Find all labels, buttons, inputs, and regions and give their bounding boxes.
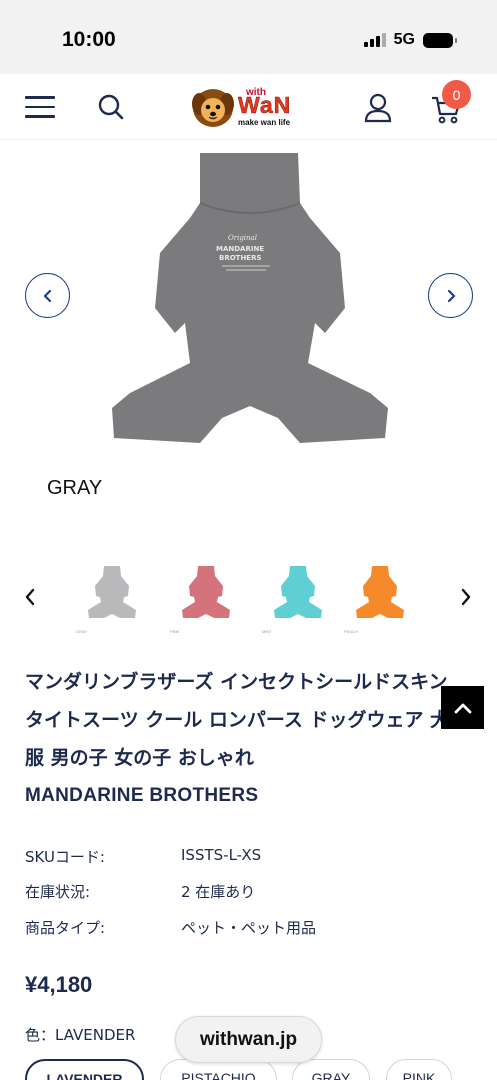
status-bar: 10:00 5G xyxy=(0,0,497,74)
status-time: 10:00 xyxy=(62,28,116,51)
dog-logo-icon xyxy=(192,89,234,127)
thumbnail-label: PEACH xyxy=(344,629,358,634)
thumbnail-label: PINK xyxy=(170,629,180,634)
thumbnail-garment xyxy=(182,566,230,618)
thumbnail-garment xyxy=(356,566,404,618)
battery-icon xyxy=(423,32,457,48)
product-brand[interactable]: MANDARINE BROTHERS xyxy=(25,785,258,807)
thumbnail-item[interactable]: MINT xyxy=(258,562,338,634)
account-icon[interactable] xyxy=(364,93,392,123)
chevron-right-icon xyxy=(447,289,455,302)
stock-value: 2 在庫あり xyxy=(181,883,256,901)
product-type-value[interactable]: ペット・ペット用品 xyxy=(181,917,316,938)
site-header: with WaN make wan life xyxy=(0,74,497,140)
thumbnail-garment xyxy=(88,566,136,618)
cart-count-badge[interactable]: 0 xyxy=(442,80,471,109)
thumbnail-next-button[interactable] xyxy=(456,584,476,610)
variant-option-lavender[interactable]: LAVENDER xyxy=(25,1059,144,1080)
sku-row: SKUコード: ISSTS-L-XS xyxy=(25,846,445,870)
network-label: 5G xyxy=(393,31,415,48)
product-image[interactable]: Original MANDARINE BROTHERS xyxy=(100,148,400,443)
sku-value: ISSTS-L-XS xyxy=(181,846,262,864)
gallery-prev-button[interactable] xyxy=(25,273,70,318)
gallery-next-button[interactable] xyxy=(428,273,473,318)
product-price: ¥4,180 xyxy=(25,972,93,997)
search-icon[interactable] xyxy=(97,93,125,121)
thumbnail-label: GRAY xyxy=(76,629,88,634)
status-icons: 5G xyxy=(363,31,457,49)
svg-text:BROTHERS: BROTHERS xyxy=(219,254,262,262)
thumbnail-item[interactable]: GRAY xyxy=(72,562,152,634)
menu-icon[interactable] xyxy=(25,96,55,118)
svg-text:MANDARINE: MANDARINE xyxy=(216,245,264,253)
svg-text:Original: Original xyxy=(228,234,257,242)
thumbnail-item[interactable]: PEACH xyxy=(340,562,420,634)
stock-label: 在庫状況: xyxy=(25,883,91,901)
product-type-label: 商品タイプ: xyxy=(25,919,106,937)
product-gallery: Original MANDARINE BROTHERS GRAY xyxy=(0,140,497,540)
product-title: マンダリンブラザーズ インセクトシールドスキンタイトスーツ クール ロンパース … xyxy=(25,671,450,769)
image-color-caption: GRAY xyxy=(47,477,103,499)
thumbnail-label: MINT xyxy=(262,629,272,634)
product-type-row: 商品タイプ: ペット・ペット用品 xyxy=(25,917,445,941)
logo-wan-text: WaN xyxy=(238,92,292,119)
signal-icon xyxy=(363,33,386,47)
variant-option-pink[interactable]: PINK xyxy=(386,1059,452,1080)
logo-tagline: make wan life xyxy=(238,118,291,127)
chevron-left-icon xyxy=(25,588,35,606)
stock-row: 在庫状況: 2 在庫あり xyxy=(25,881,445,905)
thumbnail-prev-button[interactable] xyxy=(20,584,40,610)
thumbnail-item[interactable]: PINK xyxy=(166,562,246,634)
chevron-up-icon xyxy=(454,703,471,713)
sku-label: SKUコード: xyxy=(25,848,105,866)
chevron-left-icon xyxy=(43,289,51,302)
site-logo[interactable]: with WaN make wan life xyxy=(191,84,311,130)
thumbnail-garment xyxy=(274,566,322,618)
variant-label: 色：LAVENDER xyxy=(25,1026,136,1044)
thumbnail-strip: GRAY PINK MINT PEACH xyxy=(0,562,497,634)
chevron-right-icon xyxy=(461,588,471,606)
browser-url-pill[interactable]: withwan.jp xyxy=(175,1016,322,1063)
back-to-top-button[interactable] xyxy=(441,686,484,729)
